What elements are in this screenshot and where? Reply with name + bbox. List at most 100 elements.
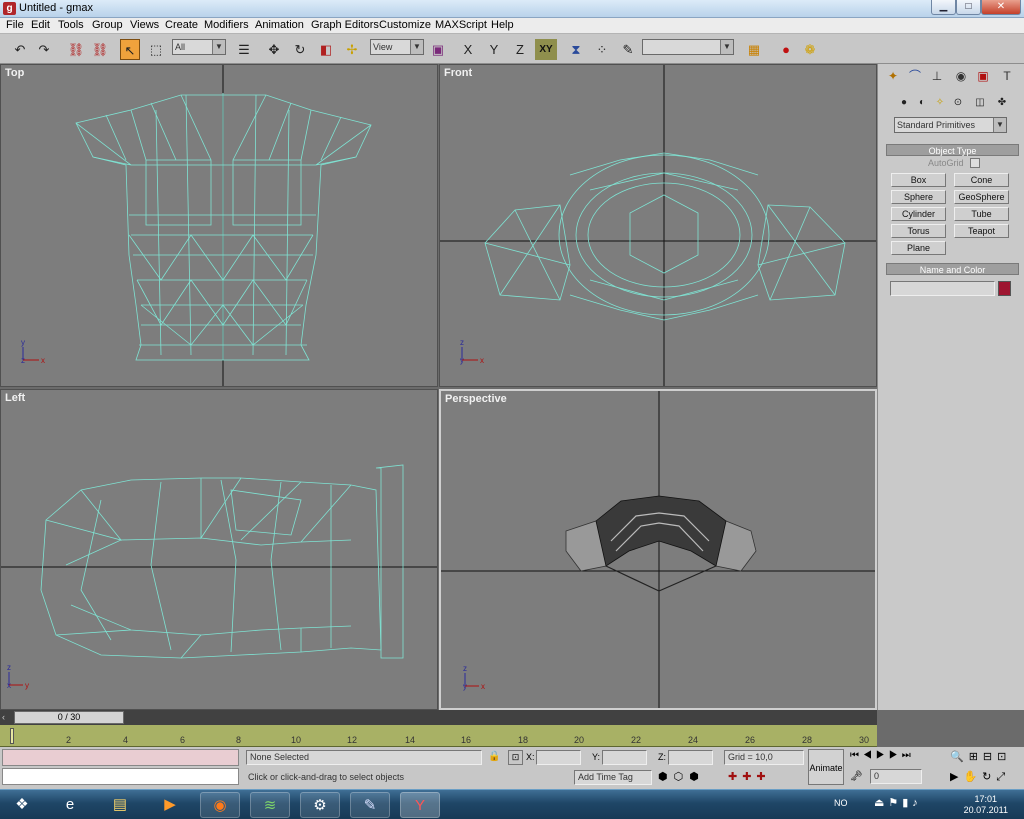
menu-create[interactable]: Create (165, 19, 198, 31)
viewport-perspective[interactable]: Perspective z y x (439, 389, 877, 710)
time-slider[interactable]: 0 / 30 (14, 711, 124, 724)
mirror-icon[interactable]: ⧗ (566, 39, 586, 60)
name-and-color-rollout-header[interactable]: Name and Color (886, 263, 1019, 275)
select-and-move-icon[interactable]: ✥ (264, 39, 284, 60)
maximize-button[interactable]: □ (956, 0, 981, 15)
restrict-z-button[interactable]: Z (510, 39, 530, 60)
named-selection-dropdown[interactable]: ▼ (642, 39, 734, 55)
menu-help[interactable]: Help (491, 19, 514, 31)
rectangular-selection-icon[interactable]: ⬚ (146, 39, 166, 60)
lights-icon[interactable]: ✧ (932, 95, 948, 111)
select-object-icon[interactable]: ↖ (120, 39, 140, 60)
display-tab-icon[interactable]: ▣ (974, 67, 992, 85)
maxscript-input[interactable] (2, 768, 239, 785)
reference-coordinate-dropdown[interactable]: View ▼ (370, 39, 424, 55)
absolute-mode-icon[interactable]: ⊡ (508, 750, 523, 765)
paint-icon[interactable]: ✎ (350, 792, 390, 818)
gmax-taskbar-icon[interactable]: Y (400, 792, 440, 818)
helpers-icon[interactable]: ◫ (972, 95, 988, 111)
create-tab-icon[interactable]: ✦ (884, 67, 902, 85)
tube-button[interactable]: Tube (954, 207, 1009, 221)
undo-icon[interactable]: ↶ (10, 39, 30, 60)
menu-group[interactable]: Group (92, 19, 123, 31)
file-explorer-icon[interactable]: ▤ (100, 792, 140, 818)
lock-icon[interactable]: 🔒 (488, 751, 500, 762)
y-coordinate-field[interactable] (602, 750, 647, 765)
spotify-icon[interactable]: ≋ (250, 792, 290, 818)
hierarchy-tab-icon[interactable]: ⊥ (928, 67, 946, 85)
tray-icons[interactable]: ⏏⚑▮♪ (874, 796, 922, 809)
viewport-navigation-icons[interactable]: 🔍⊞⊟⊡ (950, 750, 1011, 763)
menu-customize[interactable]: Customize (379, 19, 431, 31)
object-color-swatch[interactable] (998, 281, 1011, 296)
clock[interactable]: 17:01 20.07.2011 (964, 794, 1008, 816)
maxscript-listener-mini[interactable] (2, 749, 239, 766)
prev-frame-icon[interactable]: ‹ (2, 712, 5, 722)
x-coordinate-field[interactable] (536, 750, 581, 765)
playback-controls[interactable]: ⏮◀▶▶⏭ (850, 750, 915, 761)
cone-button[interactable]: Cone (954, 173, 1009, 187)
select-and-rotate-icon[interactable]: ↻ (290, 39, 310, 60)
animate-button[interactable]: Animate (808, 749, 844, 785)
timeline[interactable]: 2 4 6 8 10 12 14 16 18 20 22 24 26 28 30 (0, 725, 877, 747)
language-indicator[interactable]: NO (834, 798, 848, 808)
viewport-pan-orbit-icons[interactable]: ▶✋↻⤢ (950, 770, 1010, 784)
align-icon[interactable]: ✎ (618, 39, 638, 60)
restrict-x-button[interactable]: X (458, 39, 478, 60)
minimize-button[interactable]: ▁ (931, 0, 956, 15)
sphere-button[interactable]: Sphere (891, 190, 946, 204)
viewport-render-icons[interactable]: ⬢⬡⬢ (658, 770, 705, 783)
shapes-icon[interactable]: ◐ (914, 95, 930, 111)
viewport-left[interactable]: Left z x y (0, 389, 438, 710)
viewport-top[interactable]: Top y z x (0, 64, 438, 387)
material-editor-icon[interactable]: ▦ (744, 39, 764, 60)
start-button[interactable]: ❖ (2, 792, 42, 818)
motion-tab-icon[interactable]: ◉ (952, 67, 970, 85)
object-type-rollout-header[interactable]: Object Type (886, 144, 1019, 156)
menu-graph-editors[interactable]: Graph Editors (311, 19, 379, 31)
menu-modifiers[interactable]: Modifiers (204, 19, 249, 31)
modify-tab-icon[interactable]: ⌒ (906, 67, 924, 85)
box-button[interactable]: Box (891, 173, 946, 187)
autogrid-checkbox[interactable] (970, 158, 980, 168)
steam-icon[interactable]: ⚙ (300, 792, 340, 818)
menu-maxscript[interactable]: MAXScript (435, 19, 487, 31)
cameras-icon[interactable]: ⊙ (950, 95, 966, 111)
selection-filter-dropdown[interactable]: All ▼ (172, 39, 226, 55)
close-button[interactable]: ✕ (981, 0, 1021, 15)
time-marker[interactable] (10, 728, 14, 744)
restrict-xy-button[interactable]: XY (535, 39, 557, 60)
teapot-button[interactable]: Teapot (954, 224, 1009, 238)
render-icon[interactable]: ● (776, 39, 796, 60)
redo-icon[interactable]: ↷ (34, 39, 54, 60)
geometry-icon[interactable]: ● (896, 95, 912, 111)
transform-type-in-icons[interactable]: ✚✚✚ (728, 770, 771, 783)
object-name-field[interactable] (890, 281, 995, 296)
z-coordinate-field[interactable] (668, 750, 713, 765)
unlink-selection-icon[interactable]: ⛓ (90, 39, 110, 60)
select-and-link-icon[interactable]: ⛓ (66, 39, 86, 60)
space-warps-icon[interactable]: ✤ (994, 95, 1010, 111)
array-icon[interactable]: ⁘ (592, 39, 612, 60)
menu-animation[interactable]: Animation (255, 19, 304, 31)
manipulate-icon[interactable]: ✢ (342, 39, 362, 60)
select-and-scale-icon[interactable]: ◧ (316, 39, 336, 60)
utilities-tab-icon[interactable]: T (998, 67, 1016, 85)
select-by-name-icon[interactable]: ☰ (234, 39, 254, 60)
pivot-center-icon[interactable]: ▣ (428, 39, 448, 60)
torus-button[interactable]: Torus (891, 224, 946, 238)
category-dropdown[interactable]: Standard Primitives ▼ (894, 117, 1007, 133)
plane-button[interactable]: Plane (891, 241, 946, 255)
add-time-tag-field[interactable]: Add Time Tag (574, 770, 652, 785)
menu-edit[interactable]: Edit (31, 19, 50, 31)
menu-file[interactable]: File (6, 19, 24, 31)
cylinder-button[interactable]: Cylinder (891, 207, 946, 221)
viewport-front[interactable]: Front z y x (439, 64, 877, 387)
geosphere-button[interactable]: GeoSphere (954, 190, 1009, 204)
internet-explorer-icon[interactable]: e (50, 792, 90, 818)
quick-render-icon[interactable]: ❁ (800, 39, 820, 60)
restrict-y-button[interactable]: Y (484, 39, 504, 60)
current-frame-field[interactable]: 0 (870, 769, 922, 784)
key-icon[interactable]: 🗝 (850, 771, 863, 782)
menu-tools[interactable]: Tools (58, 19, 84, 31)
